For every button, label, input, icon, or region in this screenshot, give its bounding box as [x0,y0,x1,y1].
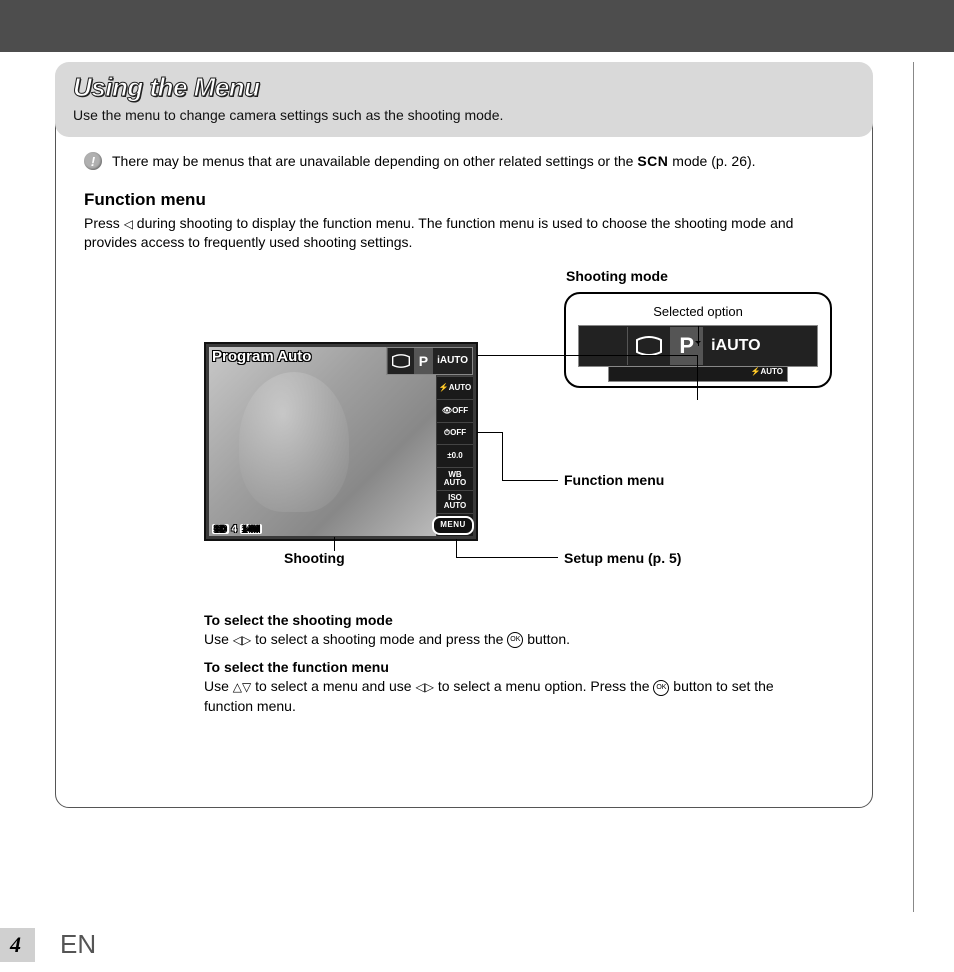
leader-line [502,480,558,481]
page-title: Using the Menu [73,72,855,103]
left-right-arrow-icon: ◁▷ [233,632,251,649]
leader-line [477,355,697,356]
scn-mode-label: SCN [637,153,668,169]
instr-heading-1: To select the shooting mode [204,612,393,628]
camera-lcd: Program Auto P iAUTO ⚡AUTO 👁OFF ⏱OFF ±0.… [204,342,478,541]
ok-button-icon: OK [653,680,669,696]
shooting-mode-callout: Shooting mode Selected option P iAUTO ⚡A… [564,292,832,388]
menu-button-indicator: MENU [432,516,474,535]
instr-heading-2: To select the function menu [204,659,389,675]
leader-line [477,432,502,433]
function-menu-heading: Function menu [84,190,844,210]
note-callout: ! There may be menus that are unavailabl… [84,152,844,170]
function-menu-leader-label: Function menu [564,472,664,488]
side-item: ISO AUTO [437,490,473,513]
page-footer: 4 EN [0,922,954,972]
side-item: WB AUTO [437,467,473,490]
ok-button-icon: OK [507,632,523,648]
panorama-icon-small [387,348,414,374]
instructions-block: To select the shooting mode Use ◁▷ to se… [204,612,824,717]
resolution-badge: 14M [240,524,262,534]
note-text-before: There may be menus that are unavailable … [112,153,637,169]
side-item: ±0.0 [437,444,473,467]
top-bar [0,0,954,52]
t: button. [523,631,570,647]
diagram: Shooting mode Selected option P iAUTO ⚡A… [204,272,844,592]
function-menu-column: ⚡AUTO 👁OFF ⏱OFF ±0.0 WB AUTO ISO AUTO ▭ [437,376,473,536]
leader-line [456,557,558,558]
page-subtitle: Use the menu to change camera settings s… [73,107,855,123]
lcd-mode-title: Program Auto [212,348,311,365]
function-menu-paragraph: Press ◁ during shooting to display the f… [84,214,844,252]
mode-strip-zoom: P iAUTO [578,325,818,367]
t: Use [204,678,233,694]
shooting-label: Shooting [284,550,345,566]
t: to select a menu and use [251,678,415,694]
leader-line [334,537,335,551]
page-number: 4 [0,928,35,962]
note-text-after: mode (p. 26). [668,153,755,169]
para-after: during shooting to display the function … [84,215,793,250]
t: to select a menu option. Press the [434,678,653,694]
side-item: ⚡AUTO [437,376,473,399]
note-text: There may be menus that are unavailable … [112,153,756,169]
leader-line [456,539,457,557]
instr-para-1: Use ◁▷ to select a shooting mode and pre… [204,630,824,650]
left-right-arrow-icon: ◁▷ [415,679,433,696]
t: Use [204,631,233,647]
callout-sub-strip: ⚡AUTO [608,367,788,382]
setup-menu-label: Setup menu (p. 5) [564,550,681,566]
mode-p-zoom: P [670,327,702,365]
mode-iauto: iAUTO [432,348,472,374]
left-arrow-icon: ◁ [124,216,133,232]
panorama-icon [627,327,670,365]
section-header: Using the Menu Use the menu to change ca… [55,62,873,137]
instr-para-2: Use △▽ to select a menu and use ◁▷ to se… [204,677,824,716]
sd-icon: SD [212,524,229,534]
mode-row: P iAUTO [386,347,473,375]
shots-remaining: 4 [232,524,238,535]
t: to select a shooting mode and press the [251,631,507,647]
selected-option-label: Selected option [578,304,818,319]
mode-iauto-zoom: iAUTO [702,327,768,365]
leader-line [697,355,698,400]
side-item: ⏱OFF [437,422,473,445]
leader-line [502,432,503,480]
mode-p: P [414,348,432,374]
side-item: ▭ [437,513,473,536]
para-before: Press [84,215,124,231]
language-code: EN [60,929,96,960]
t: button to set the function menu. [204,678,774,714]
page-body: Using the Menu Use the menu to change ca… [0,62,914,912]
content-frame: ! There may be menus that are unavailabl… [55,97,873,808]
lcd-photo-area [209,347,436,536]
shooting-mode-label: Shooting mode [566,268,668,284]
lcd-footer: SD 4 14M [212,524,262,535]
selected-pointer-line [698,326,699,346]
warning-icon: ! [84,152,102,170]
up-down-arrow-icon: △▽ [233,679,251,696]
side-item: 👁OFF [437,399,473,422]
